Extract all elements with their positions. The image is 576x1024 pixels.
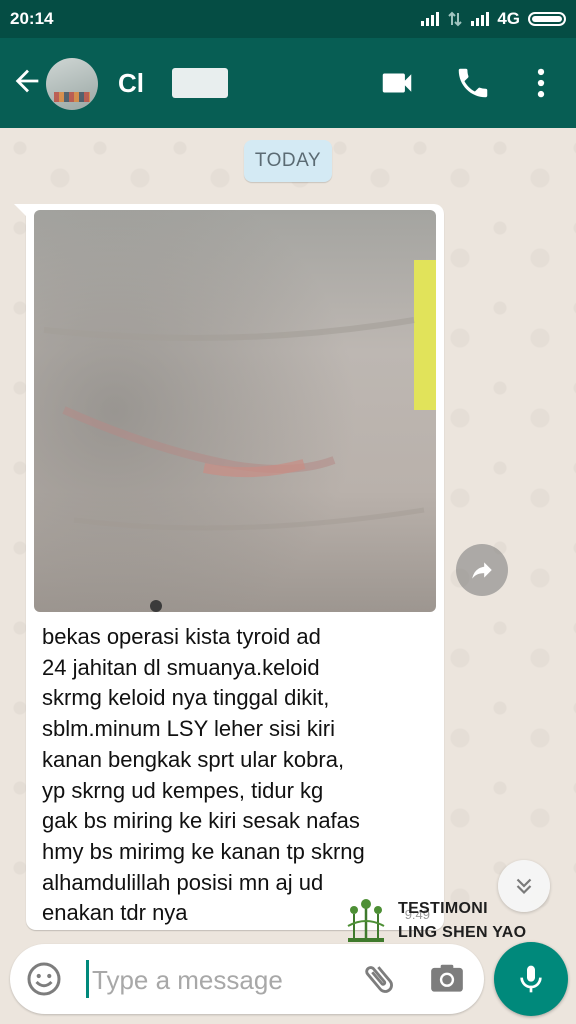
chat-header: Cl xyxy=(0,38,576,128)
mic-icon xyxy=(520,965,542,993)
video-call-icon[interactable] xyxy=(378,64,416,102)
message-photo[interactable] xyxy=(34,210,436,612)
mic-button[interactable] xyxy=(494,942,568,1016)
forward-button[interactable] xyxy=(456,544,508,596)
message-bubble[interactable]: bekas operasi kista tyroid ad 24 jahitan… xyxy=(14,204,444,930)
forward-icon xyxy=(472,562,492,579)
message-composer xyxy=(10,944,484,1014)
arrow-left-icon[interactable] xyxy=(10,64,44,98)
watermark-title: TESTIMONI xyxy=(398,900,488,917)
watermark-subtitle: LING SHEN YAO xyxy=(398,924,527,941)
emoji-icon[interactable] xyxy=(26,961,62,997)
battery-icon xyxy=(528,12,566,26)
attach-icon[interactable] xyxy=(360,960,398,998)
message-text: bekas operasi kista tyroid ad 24 jahitan… xyxy=(42,624,365,926)
avatar[interactable] xyxy=(46,58,98,110)
status-time: 20:14 xyxy=(10,9,54,28)
contact-name[interactable]: Cl xyxy=(118,68,358,98)
signal-icon xyxy=(421,12,440,26)
status-indicators: 4G xyxy=(421,9,566,29)
text-cursor xyxy=(86,960,89,998)
message-input[interactable] xyxy=(90,958,364,1002)
data-transfer-icon xyxy=(448,11,463,27)
watermark: TESTIMONI LING SHEN YAO xyxy=(342,892,552,946)
phone-icon[interactable] xyxy=(454,64,492,102)
more-vert-icon[interactable] xyxy=(522,64,560,102)
network-type: 4G xyxy=(497,9,520,28)
camera-icon[interactable] xyxy=(428,960,466,998)
photo-image xyxy=(34,210,436,612)
date-chip: TODAY xyxy=(244,140,332,182)
status-bar: 20:14 4G xyxy=(0,0,576,38)
signal-icon-2 xyxy=(471,12,490,26)
herb-logo-icon xyxy=(347,899,385,942)
